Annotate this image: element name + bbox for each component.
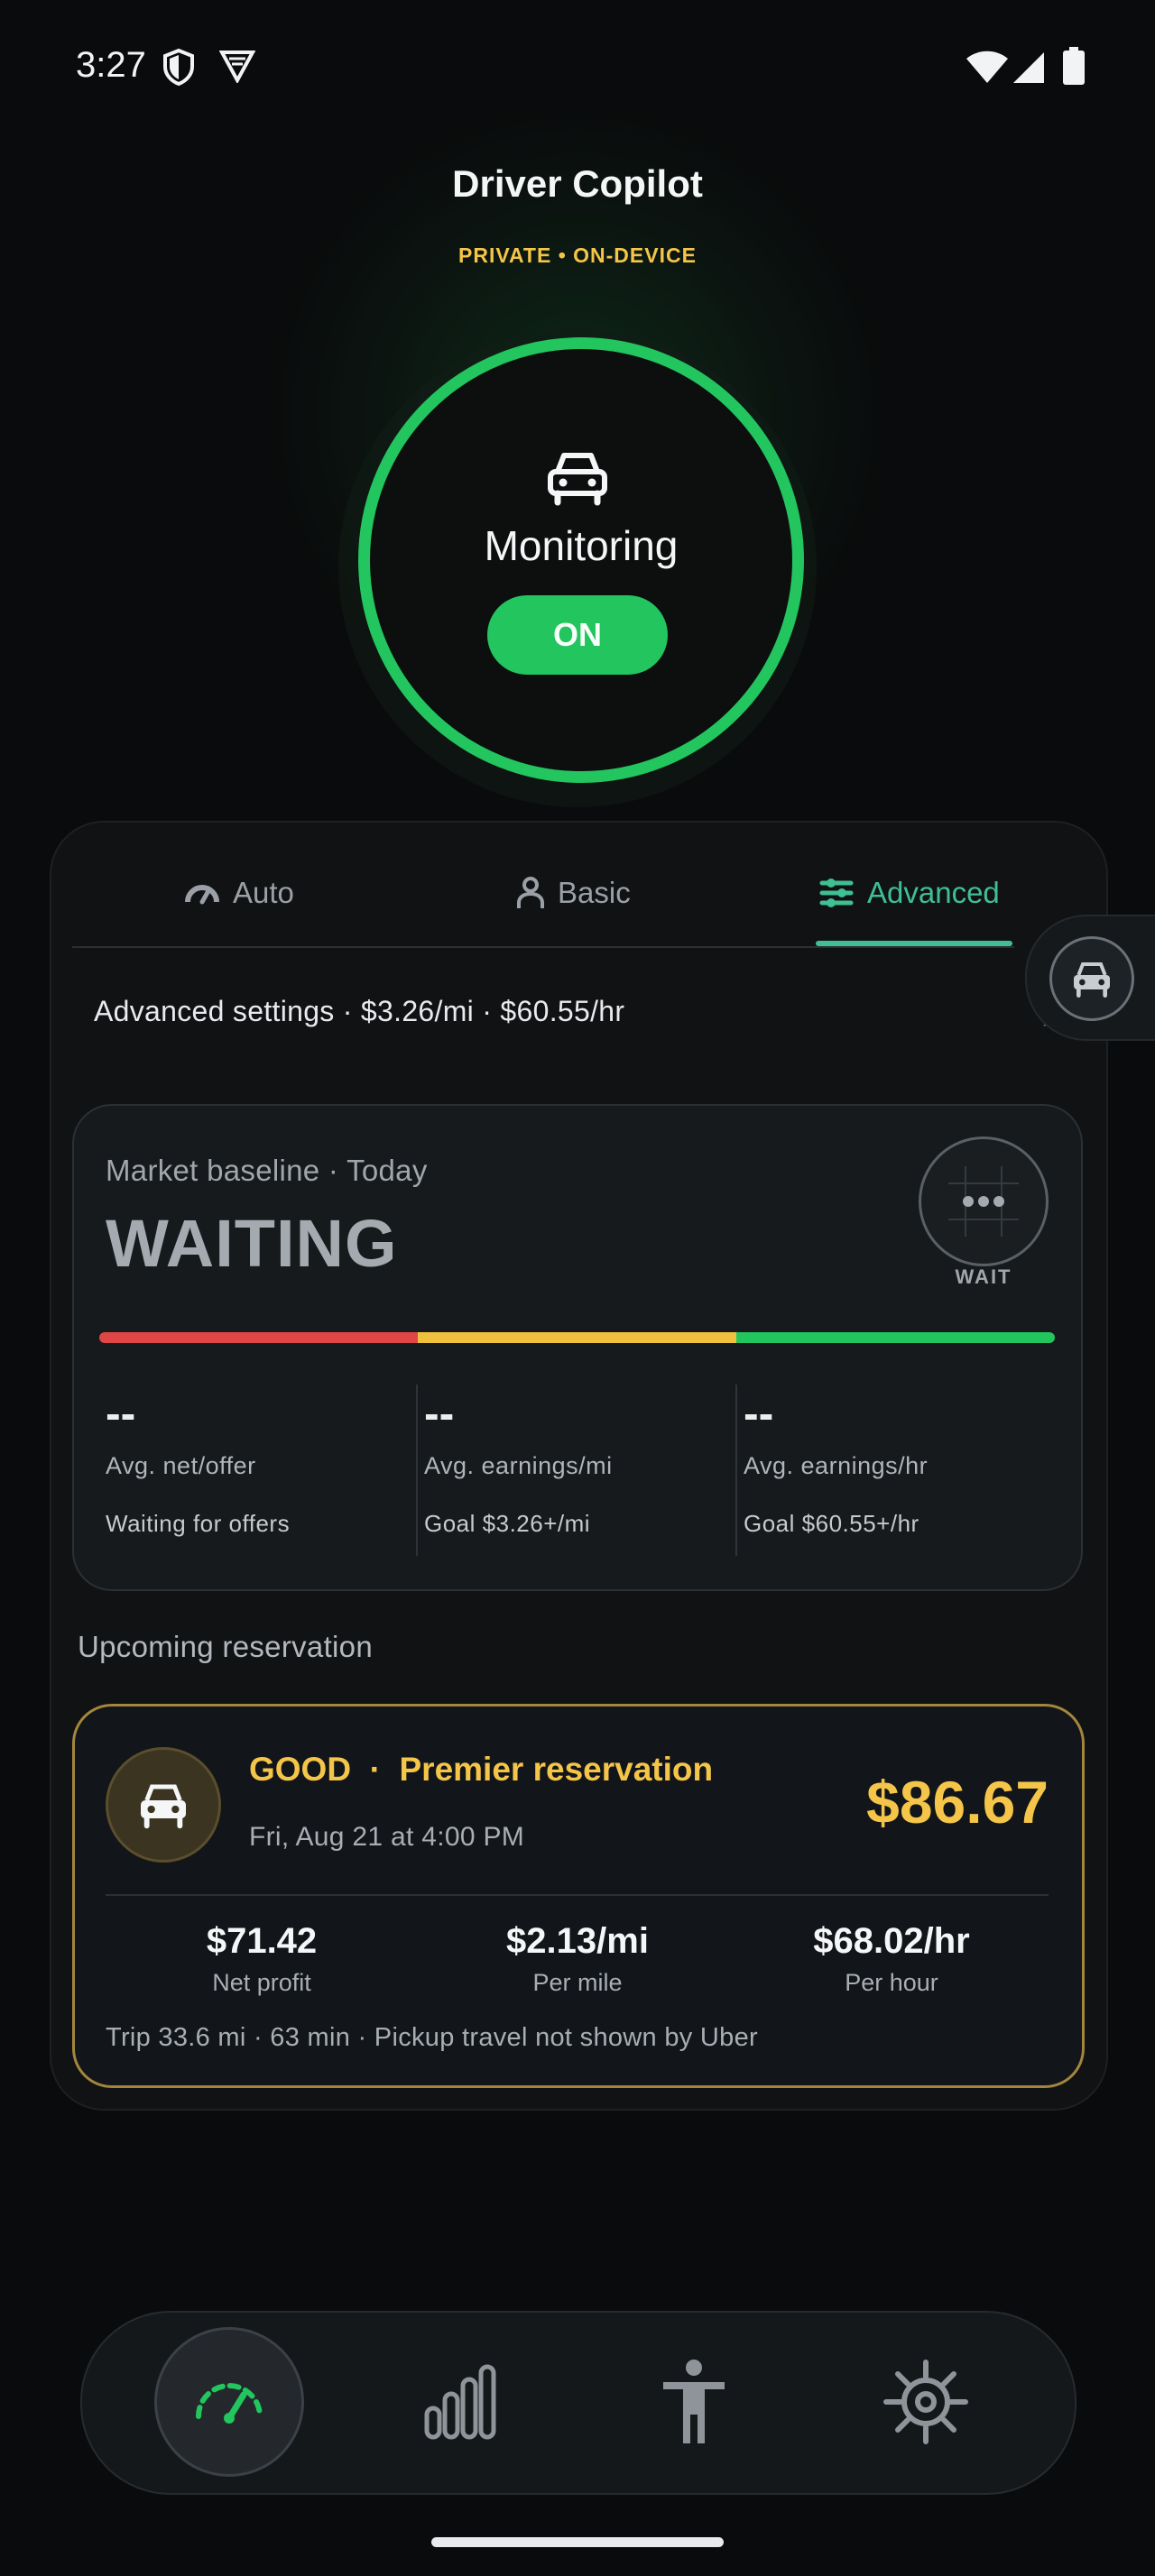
- floating-car-button[interactable]: [1049, 936, 1134, 1021]
- stat-divider: [416, 1385, 418, 1556]
- tab-active-indicator: [816, 941, 1012, 946]
- grid-dots-icon: [948, 1166, 1019, 1237]
- settings-icon: [883, 2360, 968, 2444]
- tab-auto-label: Auto: [233, 876, 294, 909]
- meter-green: [736, 1332, 1055, 1343]
- reservation-divider: [106, 1894, 1049, 1896]
- shield-icon: [163, 48, 194, 87]
- metric-value: $2.13/mi: [506, 1921, 649, 1961]
- stat-value: --: [424, 1388, 455, 1439]
- app-title: Driver Copilot: [452, 162, 703, 205]
- nav-settings[interactable]: [851, 2327, 1001, 2477]
- gauge-icon: [185, 885, 219, 905]
- market-title: Market baseline · Today: [106, 1154, 428, 1187]
- signal-icon: [1013, 52, 1044, 83]
- tab-auto[interactable]: Auto: [184, 873, 294, 913]
- stat-sub: Goal $60.55+/hr: [744, 1510, 919, 1537]
- status-time: 3:27: [76, 45, 146, 85]
- metric-value: $68.02/hr: [813, 1921, 970, 1961]
- wifi-icon: [966, 51, 1008, 83]
- reservation-footer: Trip 33.6 mi · 63 min · Pickup travel no…: [106, 2023, 758, 2052]
- monitor-toggle[interactable]: ON: [487, 595, 668, 675]
- nav-dashboard[interactable]: [154, 2327, 304, 2477]
- stat-divider: [735, 1385, 737, 1556]
- tab-divider: [72, 946, 1014, 948]
- stat-label: Avg. earnings/hr: [744, 1452, 929, 1479]
- meter-red: [99, 1332, 418, 1343]
- bar-chart-icon: [424, 2364, 496, 2440]
- reservation-price: $86.67: [866, 1769, 1049, 1835]
- wait-badge-label: WAIT: [955, 1265, 1012, 1288]
- app-subtitle: PRIVATE • ON-DEVICE: [458, 244, 697, 267]
- stat-value: --: [106, 1388, 136, 1439]
- metric-label: Net profit: [212, 1969, 311, 1996]
- tab-basic[interactable]: Basic: [516, 873, 631, 913]
- vpn-icon: [219, 51, 255, 83]
- reservation-date: Fri, Aug 21 at 4:00 PM: [249, 1822, 525, 1852]
- speedometer-icon: [196, 2383, 263, 2424]
- monitor-label: Monitoring: [484, 522, 679, 569]
- meter-yellow: [418, 1332, 736, 1343]
- nav-accessibility[interactable]: [619, 2327, 769, 2477]
- metric-label: Per hour: [845, 1969, 938, 1996]
- tab-basic-label: Basic: [558, 876, 631, 909]
- accessibility-icon: [663, 2360, 725, 2443]
- section-title: Upcoming reservation: [78, 1630, 373, 1663]
- nav-stats[interactable]: [387, 2327, 537, 2477]
- metric-label: Per mile: [532, 1969, 623, 1996]
- stat-label: Avg. earnings/mi: [424, 1452, 613, 1479]
- reservation-icon: [106, 1747, 221, 1863]
- tab-advanced[interactable]: Advanced: [818, 873, 1000, 913]
- car-icon: [548, 453, 607, 506]
- stat-sub: Goal $3.26+/mi: [424, 1510, 591, 1537]
- stat-sub: Waiting for offers: [106, 1510, 291, 1537]
- settings-summary[interactable]: Advanced settings · $3.26/mi · $60.55/hr: [94, 995, 624, 1028]
- stat-value: --: [744, 1388, 774, 1439]
- market-status: WAITING: [106, 1206, 398, 1281]
- sliders-icon: [819, 879, 854, 907]
- reservation-heading: GOOD · Premier reservation: [249, 1751, 714, 1788]
- car-icon: [141, 1784, 186, 1829]
- person-icon: [517, 877, 544, 908]
- stat-label: Avg. net/offer: [106, 1452, 256, 1479]
- car-icon: [1074, 962, 1110, 998]
- market-meter: [99, 1332, 1055, 1343]
- wait-badge: [919, 1136, 1049, 1266]
- metric-value: $71.42: [206, 1921, 318, 1961]
- home-indicator[interactable]: [431, 2537, 724, 2547]
- tab-advanced-label: Advanced: [867, 876, 1000, 909]
- battery-icon: [1063, 47, 1085, 85]
